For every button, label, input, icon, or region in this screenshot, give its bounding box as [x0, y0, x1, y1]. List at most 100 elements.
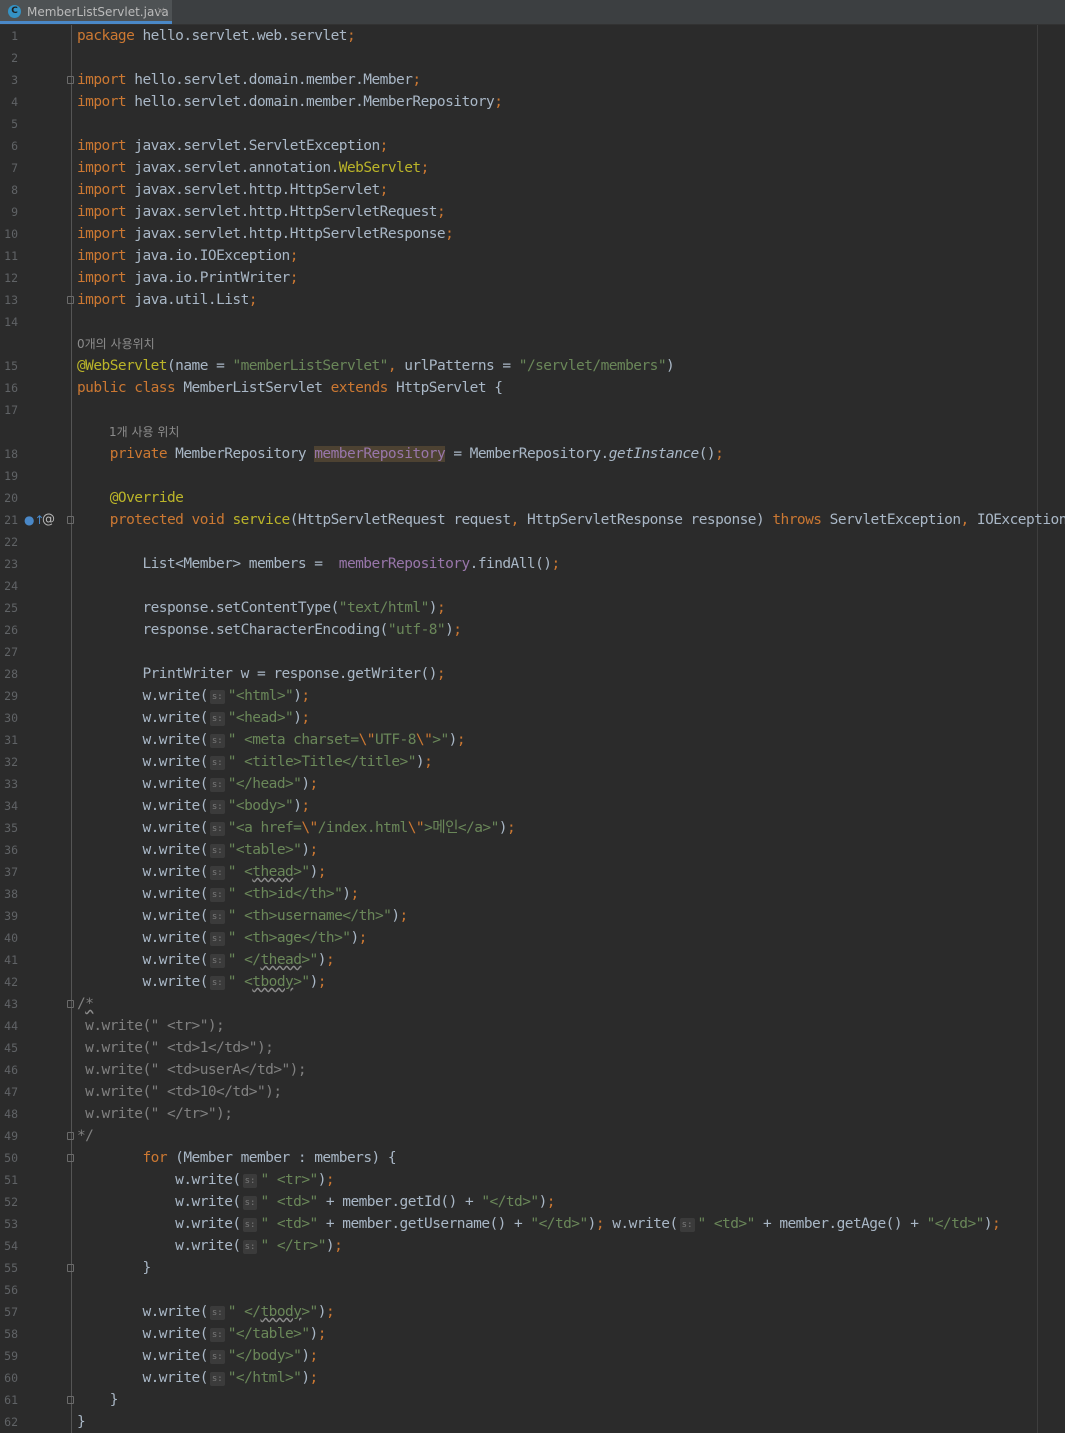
fold-icon[interactable]: [67, 1396, 74, 1404]
code-line[interactable]: 20 @Override: [0, 487, 1065, 509]
usage-hint-row[interactable]: 1개 사용 위치: [0, 421, 1065, 443]
close-icon[interactable]: ×: [156, 3, 166, 19]
code-line[interactable]: 33 w.write(s: "</head>");: [0, 773, 1065, 795]
code-line[interactable]: 3 import hello.servlet.domain.member.Memb…: [0, 69, 1065, 91]
code-line[interactable]: 31 w.write(s: " <meta charset=\"UTF-8\">"…: [0, 729, 1065, 751]
code-line[interactable]: 25 response.setContentType("text/html");: [0, 597, 1065, 619]
file-tab[interactable]: C MemberListServlet.java ×: [0, 0, 172, 24]
usage-hint[interactable]: 0개의 사용위치: [77, 333, 155, 355]
param-hint: s:: [209, 800, 225, 814]
usage-hint-row[interactable]: 0개의 사용위치: [0, 333, 1065, 355]
code-line[interactable]: 54 w.write(s: " </tr>");: [0, 1235, 1065, 1257]
fold-icon[interactable]: [67, 296, 74, 304]
code-token: ): [350, 930, 359, 946]
fold-icon[interactable]: [67, 76, 74, 84]
code-line[interactable]: 60 w.write(s: "</html>");: [0, 1367, 1065, 1389]
code-token: ): [317, 1304, 327, 1320]
code-line[interactable]: 11 import java.io.IOException;: [0, 245, 1065, 267]
code-line[interactable]: 1 package hello.servlet.web.servlet;: [0, 25, 1065, 47]
code-line[interactable]: 62}: [0, 1411, 1065, 1433]
code-text: w.write(s: " </tbody>");: [77, 1301, 335, 1323]
code-line[interactable]: 24: [0, 575, 1065, 597]
fold-icon[interactable]: [67, 1264, 74, 1272]
code-line[interactable]: 19: [0, 465, 1065, 487]
code-line[interactable]: 47 w.write(" <td>10</td>");: [0, 1081, 1065, 1103]
code-line[interactable]: 13 import java.util.List;: [0, 289, 1065, 311]
code-line[interactable]: 30 w.write(s: "<head>");: [0, 707, 1065, 729]
code-line[interactable]: 10 import javax.servlet.http.HttpServletR…: [0, 223, 1065, 245]
fold-icon[interactable]: [67, 1132, 74, 1140]
code-line[interactable]: 58 w.write(s: "</table>");: [0, 1323, 1065, 1345]
code-line[interactable]: 29 w.write(s: "<html>");: [0, 685, 1065, 707]
line-number: 46: [4, 1063, 18, 1077]
param-hint: s:: [209, 778, 225, 792]
fold-icon[interactable]: [67, 1154, 74, 1162]
code-line[interactable]: 9 import javax.servlet.http.HttpServletRe…: [0, 201, 1065, 223]
code-line[interactable]: 40 w.write(s: " <th>age</th>");: [0, 927, 1065, 949]
code-token: + member.getId() +: [317, 1194, 482, 1210]
code-line[interactable]: 36 w.write(s: "<table>");: [0, 839, 1065, 861]
code-line[interactable]: 52 w.write(s: " <td>" + member.getId() + …: [0, 1191, 1065, 1213]
code-line[interactable]: 8 import javax.servlet.http.HttpServlet;: [0, 179, 1065, 201]
line-number: 61: [4, 1393, 18, 1407]
code-line[interactable]: 22: [0, 531, 1065, 553]
code-line[interactable]: 4 import hello.servlet.domain.member.Memb…: [0, 91, 1065, 113]
code-line[interactable]: 12 import java.io.PrintWriter;: [0, 267, 1065, 289]
code-line[interactable]: 55 }: [0, 1257, 1065, 1279]
code-line[interactable]: 46 w.write(" <td>userA</td>");: [0, 1059, 1065, 1081]
code-line[interactable]: 28 PrintWriter w = response.getWriter();: [0, 663, 1065, 685]
usage-hint[interactable]: 1개 사용 위치: [109, 421, 179, 443]
code-line[interactable]: 42 w.write(s: " <tbody>");: [0, 971, 1065, 993]
code-line[interactable]: 45 w.write(" <td>1</td>");: [0, 1037, 1065, 1059]
code-line[interactable]: 2: [0, 47, 1065, 69]
code-line[interactable]: 26 response.setCharacterEncoding("utf-8"…: [0, 619, 1065, 641]
code-line[interactable]: 5: [0, 113, 1065, 135]
code-line[interactable]: 48 w.write(" </tr>");: [0, 1103, 1065, 1125]
code-token: w.write(: [77, 864, 208, 880]
code-line[interactable]: 18 private MemberRepository memberReposi…: [0, 443, 1065, 465]
code-line[interactable]: 43 /*: [0, 993, 1065, 1015]
code-line[interactable]: 34 w.write(s: "<body>");: [0, 795, 1065, 817]
code-token: w.write(: [77, 754, 208, 770]
code-line[interactable]: 56: [0, 1279, 1065, 1301]
code-line[interactable]: 35 w.write(s: "<a href=\"/index.html\">메인…: [0, 817, 1065, 839]
fold-icon[interactable]: [67, 1000, 74, 1008]
code-line[interactable]: 6 import javax.servlet.ServletException;: [0, 135, 1065, 157]
code-line[interactable]: 51 w.write(s: " <tr>");: [0, 1169, 1065, 1191]
line-number: 17: [4, 403, 18, 417]
line-number: 53: [4, 1217, 18, 1231]
code-token: memberRepository: [338, 556, 470, 572]
code-line[interactable]: 23 List<Member> members = memberReposito…: [0, 553, 1065, 575]
code-token: ;: [494, 94, 503, 110]
code-line[interactable]: 37 w.write(s: " <thead>");: [0, 861, 1065, 883]
code-line[interactable]: 50 for (Member member : members) {: [0, 1147, 1065, 1169]
code-token: MemberRepository: [167, 446, 315, 462]
code-line[interactable]: 59 w.write(s: "</body>");: [0, 1345, 1065, 1367]
code-editor[interactable]: 1 package hello.servlet.web.servlet; 2 3 imp…: [0, 25, 1065, 1433]
annotation-at-icon[interactable]: @: [42, 510, 55, 530]
code-line[interactable]: 16 public class MemberListServlet extends…: [0, 377, 1065, 399]
code-line[interactable]: 32 w.write(s: " <title>Title</title>");: [0, 751, 1065, 773]
code-line[interactable]: 61 }: [0, 1389, 1065, 1411]
code-token: "</td>": [481, 1194, 539, 1210]
code-line[interactable]: 39 w.write(s: " <th>username</th>");: [0, 905, 1065, 927]
code-line[interactable]: 41 w.write(s: " </thead>");: [0, 949, 1065, 971]
code-line[interactable]: 57 w.write(s: " </tbody>");: [0, 1301, 1065, 1323]
code-token: " <meta charset=: [227, 732, 359, 748]
code-token: w.write(" <tr>");: [77, 1018, 225, 1034]
fold-icon[interactable]: [67, 516, 74, 524]
code-token: w.write(: [77, 1304, 208, 1320]
code-line[interactable]: 49 */: [0, 1125, 1065, 1147]
code-line[interactable]: 7 import javax.servlet.annotation.WebServ…: [0, 157, 1065, 179]
code-line[interactable]: 27: [0, 641, 1065, 663]
code-line[interactable]: 17: [0, 399, 1065, 421]
code-line[interactable]: 14: [0, 311, 1065, 333]
code-token: ;: [325, 952, 335, 968]
code-line[interactable]: 15 @WebServlet(name = "memberListServlet"…: [0, 355, 1065, 377]
code-token: "memberListServlet": [232, 358, 388, 374]
line-number: 21: [4, 513, 18, 527]
code-line[interactable]: 53 w.write(s: " <td>" + member.getUsernam…: [0, 1213, 1065, 1235]
code-line[interactable]: 38 w.write(s: " <th>id</th>");: [0, 883, 1065, 905]
code-line[interactable]: 21 ●↑ @ protected void service(HttpServlet…: [0, 509, 1065, 531]
code-line[interactable]: 44 w.write(" <tr>");: [0, 1015, 1065, 1037]
